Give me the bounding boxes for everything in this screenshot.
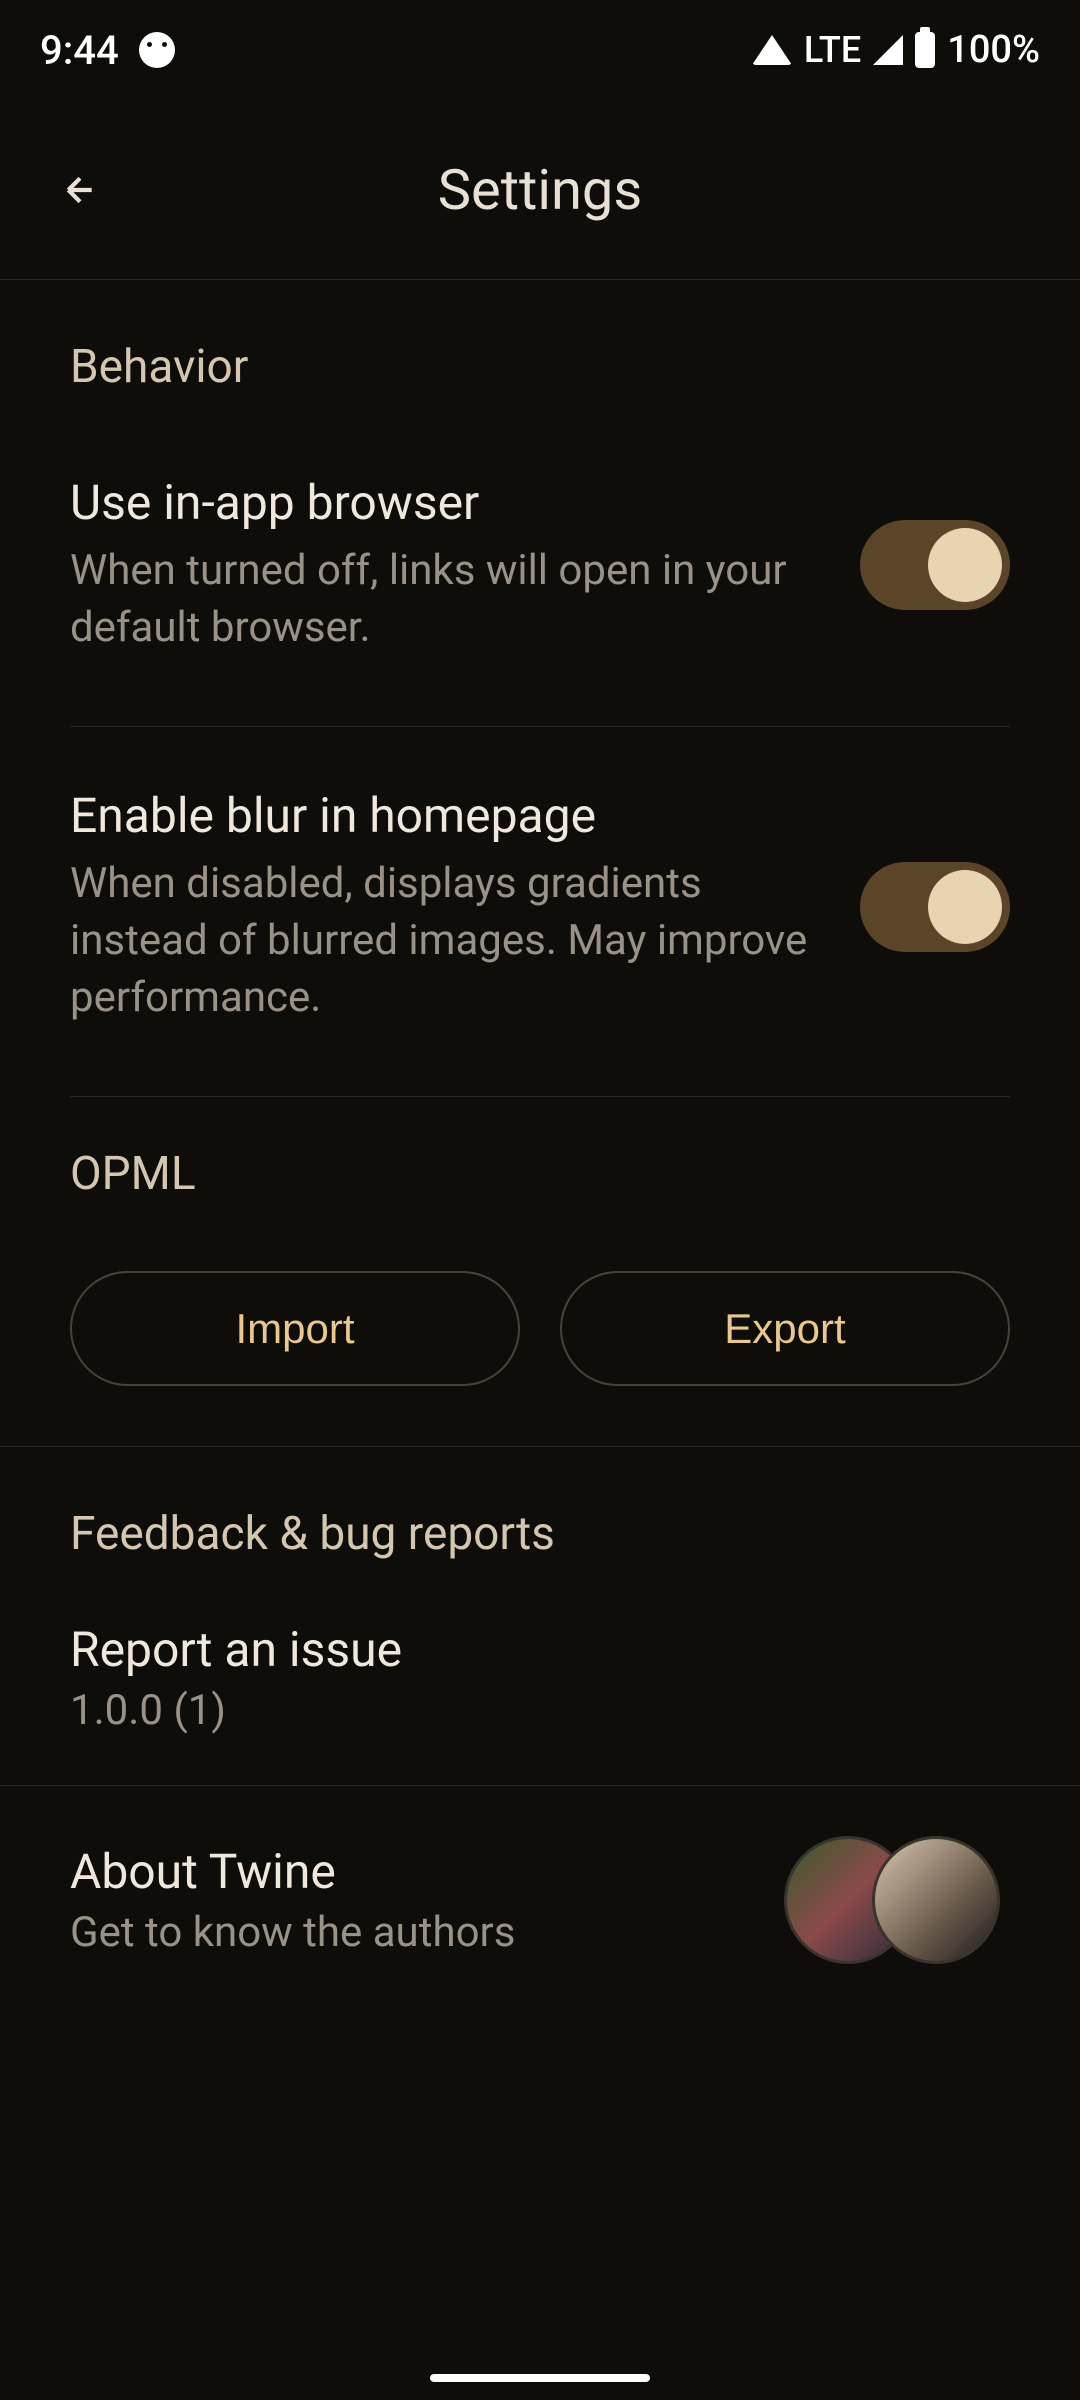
about-item[interactable]: About Twine Get to know the authors: [70, 1786, 1010, 2014]
lte-label: LTE: [804, 29, 861, 71]
feedback-section-header: Feedback & bug reports: [70, 1447, 1010, 1601]
report-issue-text: Report an issue 1.0.0 (1): [70, 1621, 1010, 1735]
report-issue-item[interactable]: Report an issue 1.0.0 (1): [70, 1601, 1010, 1785]
in-app-browser-row[interactable]: Use in-app browser When turned off, link…: [70, 434, 1010, 706]
status-left: 9:44: [40, 27, 175, 74]
version-label: 1.0.0 (1): [70, 1686, 1010, 1735]
status-right: LTE 100%: [752, 28, 1040, 72]
blur-homepage-row[interactable]: Enable blur in homepage When disabled, d…: [70, 747, 1010, 1076]
navigation-bar-indicator[interactable]: [430, 2374, 650, 2382]
status-time: 9:44: [40, 27, 119, 74]
content-area: Behavior Use in-app browser When turned …: [0, 280, 1080, 2014]
about-title: About Twine: [70, 1843, 784, 1900]
page-title: Settings: [438, 157, 642, 223]
opml-button-row: Import Export: [70, 1241, 1010, 1446]
divider: [70, 1096, 1010, 1097]
about-subtitle: Get to know the authors: [70, 1908, 784, 1957]
blur-homepage-title: Enable blur in homepage: [70, 787, 820, 844]
notification-icon: [139, 32, 175, 68]
export-button[interactable]: Export: [560, 1271, 1010, 1386]
author-avatars: [784, 1836, 1000, 1964]
battery-label: 100%: [947, 28, 1040, 72]
blur-homepage-toggle[interactable]: [860, 862, 1010, 952]
signal-icon: [873, 35, 903, 65]
in-app-browser-text: Use in-app browser When turned off, link…: [70, 474, 860, 656]
in-app-browser-title: Use in-app browser: [70, 474, 820, 531]
about-text: About Twine Get to know the authors: [70, 1843, 784, 1957]
blur-homepage-text: Enable blur in homepage When disabled, d…: [70, 787, 860, 1026]
battery-icon: [915, 32, 935, 68]
report-issue-title: Report an issue: [70, 1621, 1010, 1678]
back-button[interactable]: [50, 160, 110, 220]
divider: [70, 726, 1010, 727]
status-bar: 9:44 LTE 100%: [0, 0, 1080, 100]
wifi-icon: [752, 35, 792, 65]
in-app-browser-toggle[interactable]: [860, 520, 1010, 610]
import-button[interactable]: Import: [70, 1271, 520, 1386]
blur-homepage-desc: When disabled, displays gradients instea…: [70, 856, 820, 1026]
avatar: [872, 1836, 1000, 1964]
opml-section-header: OPML: [70, 1117, 1010, 1241]
behavior-section-header: Behavior: [70, 280, 1010, 434]
in-app-browser-desc: When turned off, links will open in your…: [70, 543, 820, 656]
page-header: Settings: [0, 100, 1080, 280]
back-arrow-icon: [60, 170, 100, 210]
